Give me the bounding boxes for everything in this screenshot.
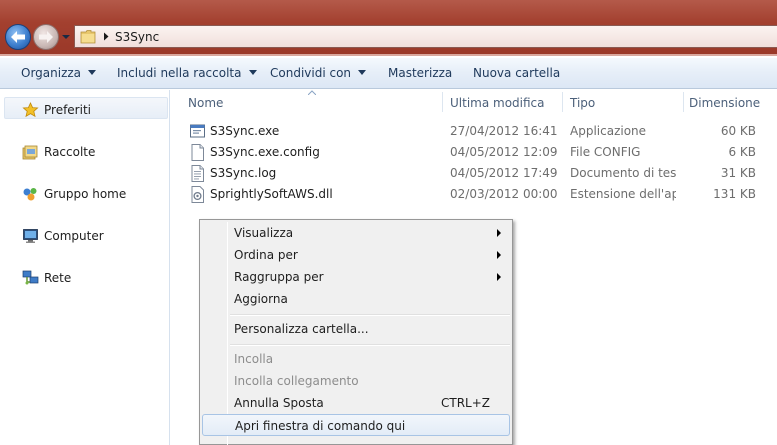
menu-item-shortcut: CTRL+Z	[440, 396, 490, 410]
menu-item-label: Aggiorna	[234, 292, 288, 306]
chevron-down-icon	[248, 70, 257, 75]
menu-item-paste: Incolla	[202, 348, 510, 370]
file-modified: 04/05/2012 17:49	[450, 166, 558, 180]
file-type: File CONFIG	[570, 145, 641, 159]
sidebar-item-homegroup[interactable]: Gruppo home	[22, 184, 126, 204]
breadcrumb-current-folder[interactable]: S3Sync	[115, 30, 159, 44]
sidebar-item-label: Computer	[44, 229, 104, 243]
folder-icon	[80, 30, 96, 44]
submenu-arrow-icon	[497, 273, 501, 281]
title-bar: S3Sync	[0, 0, 777, 56]
arrow-left-icon	[11, 31, 25, 43]
navigation-pane: Preferiti Raccolte Gruppo home Computer	[0, 90, 170, 445]
file-list-header: Nome Ultima modifica Tipo Dimensione	[180, 90, 777, 114]
menu-item-undo-move[interactable]: Annulla Sposta CTRL+Z	[202, 392, 510, 414]
menu-item-open-command-window[interactable]: Apri finestra di comando qui	[202, 414, 510, 436]
include-in-library-label: Includi nella raccolta	[117, 66, 242, 80]
address-bar[interactable]: S3Sync	[74, 25, 777, 48]
network-icon	[22, 270, 39, 285]
file-type: Applicazione	[570, 124, 647, 138]
column-divider[interactable]	[683, 92, 684, 112]
menu-item-group-by[interactable]: Raggruppa per	[202, 266, 510, 288]
recent-pages-dropdown-icon[interactable]	[62, 33, 70, 41]
file-name: S3Sync.exe.config	[210, 145, 320, 159]
sort-ascending-icon	[308, 90, 316, 95]
organize-menu-button[interactable]: Organizza	[21, 66, 97, 80]
sidebar-item-computer[interactable]: Computer	[22, 226, 104, 246]
column-divider[interactable]	[442, 92, 443, 112]
sidebar-item-label: Preferiti	[44, 103, 91, 117]
column-header-modified[interactable]: Ultima modifica	[450, 96, 545, 110]
file-size: 60 KB	[720, 124, 756, 138]
file-name: SprightlySoftAWS.dll	[210, 187, 333, 201]
menu-item-sort-by[interactable]: Ordina per	[202, 244, 510, 266]
homegroup-icon	[23, 188, 37, 201]
menu-separator	[230, 314, 510, 316]
chevron-down-icon	[88, 70, 97, 75]
menu-item-label: Visualizza	[234, 226, 294, 240]
menu-separator	[230, 344, 510, 346]
menu-item-label: Personalizza cartella...	[234, 322, 369, 336]
menu-item-label: Raggruppa per	[234, 270, 324, 284]
menu-item-refresh[interactable]: Aggiorna	[202, 288, 510, 310]
menu-item-label: Ordina per	[234, 248, 298, 262]
file-type: Documento di testo	[570, 166, 676, 180]
column-header-size[interactable]: Dimensione	[689, 96, 760, 110]
chevron-down-icon	[358, 70, 367, 75]
file-size: 6 KB	[728, 145, 756, 159]
share-with-button[interactable]: Condividi con	[270, 66, 367, 80]
share-with-label: Condividi con	[270, 66, 352, 80]
file-row[interactable]: S3Sync.log 04/05/2012 17:49 Documento di…	[186, 163, 766, 184]
file-modified: 02/03/2012 00:00	[450, 187, 558, 201]
menu-item-label: Annulla Sposta	[234, 396, 324, 410]
context-menu: Visualizza Ordina per Raggruppa per Aggi…	[199, 219, 513, 445]
file-row[interactable]: S3Sync.exe 27/04/2012 16:41 Applicazione…	[186, 121, 766, 142]
file-name: S3Sync.log	[210, 166, 277, 180]
file-row[interactable]: SprightlySoftAWS.dll 02/03/2012 00:00 Es…	[186, 184, 766, 205]
command-toolbar: Organizza Includi nella raccolta Condivi…	[0, 58, 777, 89]
menu-item-paste-shortcut: Incolla collegamento	[202, 370, 510, 392]
menu-item-label: Incolla collegamento	[234, 374, 359, 388]
submenu-arrow-icon	[497, 229, 501, 237]
sidebar-item-network[interactable]: Rete	[22, 268, 71, 288]
menu-item-view[interactable]: Visualizza	[202, 222, 510, 244]
new-folder-button[interactable]: Nuova cartella	[473, 66, 560, 80]
new-folder-label: Nuova cartella	[473, 66, 561, 80]
sidebar-item-favorites[interactable]: Preferiti	[22, 100, 91, 120]
column-header-type[interactable]: Tipo	[570, 96, 595, 110]
application-icon	[190, 124, 205, 138]
sidebar-item-libraries[interactable]: Raccolte	[22, 142, 95, 162]
computer-icon	[23, 229, 38, 243]
chevron-right-icon[interactable]	[102, 32, 110, 41]
sidebar-item-label: Rete	[44, 271, 72, 285]
text-document-icon	[191, 165, 204, 182]
include-in-library-button[interactable]: Includi nella raccolta	[117, 66, 257, 80]
file-modified: 27/04/2012 16:41	[450, 124, 558, 138]
star-icon	[22, 102, 39, 118]
arrow-right-icon	[39, 31, 53, 43]
forward-button[interactable]	[33, 24, 59, 50]
sidebar-item-label: Gruppo home	[44, 187, 127, 201]
file-name: S3Sync.exe	[210, 124, 280, 138]
file-row[interactable]: S3Sync.exe.config 04/05/2012 12:09 File …	[186, 142, 766, 163]
menu-item-label: Apri finestra di comando qui	[235, 419, 406, 433]
file-size: 31 KB	[720, 166, 756, 180]
menu-item-label: Incolla	[234, 352, 274, 366]
file-type: Estensione dell'ap...	[570, 187, 676, 201]
burn-button[interactable]: Masterizza	[388, 66, 452, 80]
column-divider[interactable]	[562, 92, 563, 112]
libraries-icon	[22, 145, 38, 160]
dll-icon	[191, 186, 204, 203]
submenu-arrow-icon	[497, 251, 501, 259]
back-button[interactable]	[5, 24, 31, 50]
column-header-name[interactable]: Nome	[188, 96, 223, 110]
document-icon	[191, 144, 204, 161]
file-size: 131 KB	[713, 187, 756, 201]
burn-label: Masterizza	[388, 66, 453, 80]
organize-label: Organizza	[21, 66, 82, 80]
sidebar-item-label: Raccolte	[44, 145, 96, 159]
file-modified: 04/05/2012 12:09	[450, 145, 558, 159]
menu-item-customize-folder[interactable]: Personalizza cartella...	[202, 318, 510, 340]
